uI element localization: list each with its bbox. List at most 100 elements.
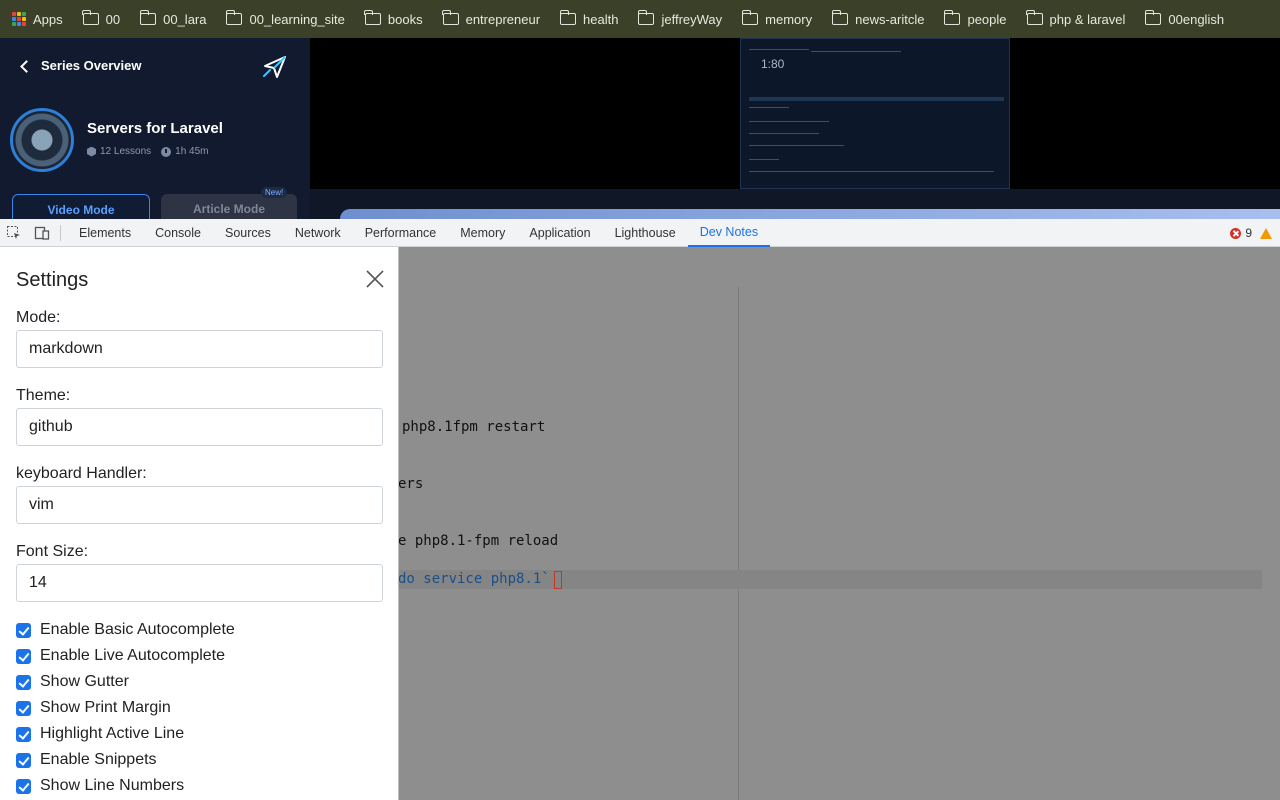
checkbox-show-line-numbers[interactable]: Show Line Numbers (16, 777, 184, 795)
bookmark-folder[interactable]: 00_learning_site (225, 10, 345, 27)
tab-lighthouse[interactable]: Lighthouse (603, 219, 688, 247)
bookmark-label: 00_lara (163, 11, 207, 27)
checkbox-checked-icon[interactable] (16, 648, 31, 664)
folder-icon (559, 10, 577, 25)
theme-label: Theme: (16, 387, 71, 404)
back-label: Series Overview (41, 58, 142, 73)
lessons-icon (87, 146, 96, 157)
bookmark-folder[interactable]: health (559, 10, 618, 27)
duration: 1h 45m (175, 146, 209, 157)
checkbox-highlight-active-line[interactable]: Highlight Active Line (16, 725, 184, 743)
tab-network[interactable]: Network (283, 219, 353, 247)
lessons-count: 12 Lessons (100, 146, 152, 157)
folder-icon (442, 10, 459, 25)
video-text-line (749, 97, 1004, 101)
checkbox-label: Show Gutter (40, 673, 129, 690)
checkbox-checked-icon[interactable] (16, 622, 31, 638)
settings-panel: Settings Mode: markdown Theme: github ke… (0, 247, 399, 800)
bookmark-apps[interactable]: Apps (12, 12, 63, 27)
checkbox-show-print-margin[interactable]: Show Print Margin (16, 699, 171, 717)
bookmark-folder[interactable]: news-aritcle (831, 10, 925, 27)
checkbox-enable-snippets[interactable]: Enable Snippets (16, 751, 157, 769)
checkbox-checked-icon[interactable] (16, 778, 31, 794)
checkbox-label: Highlight Active Line (40, 725, 185, 742)
send-icon[interactable] (262, 54, 288, 80)
clock-icon (161, 146, 172, 157)
error-icon (1230, 227, 1242, 239)
checkbox-label: Show Print Margin (40, 699, 171, 716)
tab-application[interactable]: Application (517, 219, 602, 247)
bookmark-label: people (967, 11, 1007, 27)
new-badge: New! (261, 187, 288, 198)
bookmark-label: 00 (105, 11, 121, 27)
tab-console[interactable]: Console (143, 219, 213, 247)
warning-icon (1260, 227, 1272, 239)
bookmark-folder[interactable]: 00_lara (139, 10, 207, 27)
video-text-line (749, 159, 779, 160)
bookmark-folder[interactable]: php & laravel (1026, 10, 1126, 27)
settings-title: Settings (16, 269, 89, 291)
theme-select[interactable]: github (16, 408, 383, 446)
tab-sources[interactable]: Sources (213, 219, 283, 247)
divider (60, 224, 61, 241)
bookmark-label: php & laravel (1049, 11, 1126, 27)
close-icon[interactable] (366, 270, 384, 288)
bookmark-folder[interactable]: memory (741, 10, 813, 27)
checkbox-label: Enable Live Autocomplete (40, 647, 226, 664)
font-size-input[interactable]: 14 (16, 564, 383, 602)
checkbox-label: Enable Basic Autocomplete (40, 621, 235, 638)
vim-cursor (554, 571, 562, 589)
bookmark-folder[interactable]: people (943, 10, 1007, 27)
video-text-line (749, 121, 829, 122)
tab-memory[interactable]: Memory (448, 219, 517, 247)
bookmark-folder[interactable]: 00 (82, 10, 121, 27)
code-line: do service php8.1` (398, 571, 550, 587)
tab-dev-notes[interactable]: Dev Notes (687, 219, 771, 247)
code-line: ers (398, 476, 424, 492)
series-overview-link[interactable]: Series Overview (20, 58, 142, 73)
folder-icon (943, 10, 961, 25)
code-line: php8.1fpm restart (402, 419, 546, 435)
tab-performance[interactable]: Performance (353, 219, 449, 247)
bookmark-folder[interactable]: 00english (1144, 10, 1225, 27)
bookmark-folder[interactable]: entrepreneur (442, 10, 540, 27)
mode-label: Mode: (16, 309, 61, 326)
folder-icon (364, 10, 381, 25)
folder-icon (1144, 10, 1162, 25)
folder-icon (637, 10, 655, 25)
bookmark-label: Apps (33, 11, 63, 27)
video-mode-button[interactable]: Video Mode (12, 194, 150, 219)
chevron-left-icon (20, 59, 33, 73)
keyboard-handler-select[interactable]: vim (16, 486, 383, 524)
apps-grid-icon (12, 12, 26, 26)
progress-pill (340, 209, 1280, 219)
bookmark-folder[interactable]: books (364, 10, 423, 27)
tab-elements[interactable]: Elements (67, 219, 143, 247)
checkbox-basic-autocomplete[interactable]: Enable Basic Autocomplete (16, 621, 235, 639)
keyboard-handler-label: keyboard Handler: (16, 465, 147, 482)
video-text-line (749, 171, 994, 172)
checkbox-live-autocomplete[interactable]: Enable Live Autocomplete (16, 647, 225, 665)
mode-select[interactable]: markdown (16, 330, 383, 368)
bookmark-folder[interactable]: jeffreyWay (637, 10, 722, 27)
device-toolbar-icon[interactable] (28, 219, 56, 247)
bookmark-label: memory (765, 11, 813, 27)
print-margin (738, 287, 739, 800)
folder-icon (139, 10, 157, 25)
checkbox-show-gutter[interactable]: Show Gutter (16, 673, 129, 691)
checkbox-checked-icon[interactable] (16, 674, 31, 690)
error-counter[interactable]: 9 (1230, 219, 1272, 247)
checkbox-label: Enable Snippets (40, 751, 157, 768)
folder-icon (1026, 10, 1043, 25)
checkbox-checked-icon[interactable] (16, 752, 31, 768)
checkbox-checked-icon[interactable] (16, 726, 31, 742)
error-count: 9 (1245, 226, 1252, 240)
checkbox-checked-icon[interactable] (16, 700, 31, 716)
inspect-element-icon[interactable] (0, 219, 28, 247)
bookmark-label: 00english (1168, 11, 1225, 27)
bookmark-label: news-aritcle (855, 11, 925, 27)
checkbox-label: Show Line Numbers (40, 777, 185, 794)
course-meta: 12 Lessons 1h 45m (87, 146, 209, 157)
course-thumbnail (10, 108, 74, 172)
video-player[interactable]: 1:80 (310, 38, 1280, 219)
